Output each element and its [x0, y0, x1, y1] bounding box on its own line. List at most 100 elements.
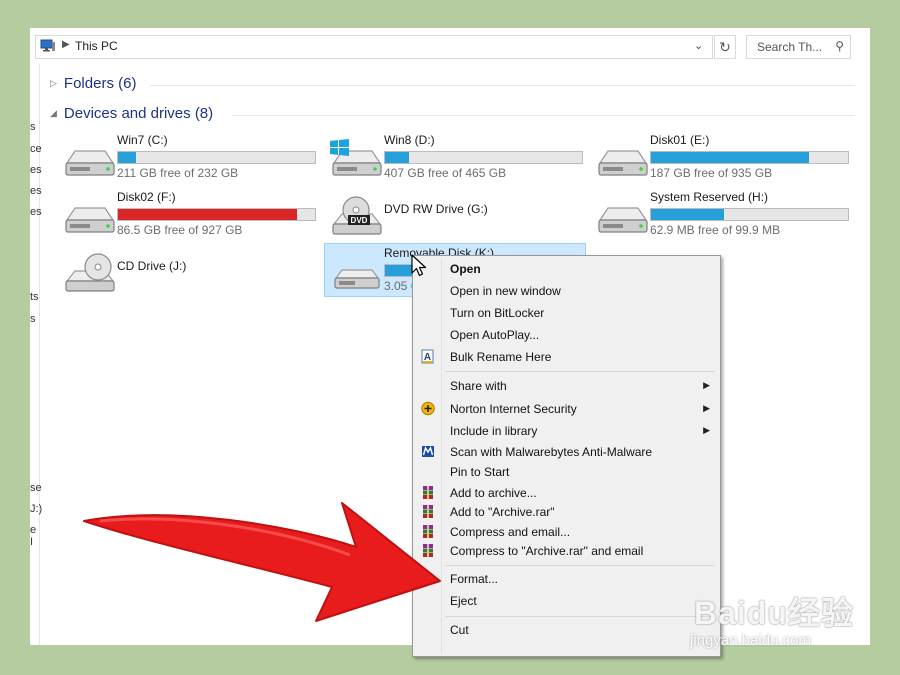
refresh-button[interactable]: ↻	[714, 35, 736, 59]
menu-item-label: Bulk Rename Here	[450, 350, 552, 364]
menu-item-bulk-rename[interactable]: A Bulk Rename Here	[413, 347, 720, 367]
this-pc-icon	[40, 39, 55, 52]
menu-item-cut[interactable]: Cut	[413, 620, 720, 640]
menu-item-share-with[interactable]: Share with ▶	[413, 376, 720, 396]
nav-pane-fragment[interactable]: s	[30, 121, 36, 133]
drive-name: Disk02 (F:)	[117, 190, 176, 204]
drive-f[interactable]: Disk02 (F:) 86.5 GB free of 927 GB	[61, 188, 323, 240]
drive-free-space: 211 GB free of 232 GB	[117, 166, 239, 180]
drive-name: DVD RW Drive (G:)	[384, 202, 488, 216]
hard-drive-icon	[65, 150, 115, 176]
drive-usage-fill	[118, 209, 298, 220]
menu-separator	[445, 371, 715, 372]
menu-item-compress-and-email[interactable]: Compress and email...	[413, 522, 720, 542]
hard-drive-icon	[65, 207, 115, 233]
annotation-arrow-icon	[83, 502, 441, 622]
menu-item-label: Add to archive...	[450, 486, 537, 500]
nav-pane-fragment[interactable]: es	[30, 164, 42, 176]
menu-item-autoplay[interactable]: Open AutoPlay...	[413, 325, 720, 345]
watermark-logo: Baidu经验	[694, 595, 854, 631]
menu-item-open-new-window[interactable]: Open in new window	[413, 281, 720, 301]
drive-usage-fill	[118, 152, 136, 163]
drive-h[interactable]: System Reserved (H:) 62.9 MB free of 99.…	[594, 188, 856, 240]
search-input[interactable]: Search Th...	[757, 40, 822, 54]
breadcrumb-chevron-icon[interactable]: ▶	[62, 39, 70, 50]
nav-pane-fragment[interactable]: s	[30, 313, 36, 325]
submenu-arrow-icon: ▶	[703, 425, 710, 435]
submenu-arrow-icon: ▶	[703, 403, 710, 413]
menu-item-label: Cut	[450, 623, 469, 637]
nav-pane-fragment[interactable]: e I	[30, 524, 39, 548]
drive-free-space: 407 GB free of 465 GB	[384, 166, 507, 180]
devices-group-label: Devices and drives (8)	[63, 105, 214, 122]
expand-triangle-icon[interactable]: ▷	[50, 78, 57, 88]
refresh-icon: ↻	[719, 39, 731, 55]
menu-item-label: Norton Internet Security	[450, 402, 577, 416]
menu-item-label: Open	[450, 262, 481, 276]
menu-item-label: Open AutoPlay...	[450, 328, 540, 342]
cd-drive-icon	[65, 253, 115, 292]
drive-g[interactable]: DVD DVD RW Drive (G:)	[328, 188, 590, 240]
navigation-pane: s ce es es es ts s se J:) e I	[30, 64, 42, 645]
nav-pane-fragment[interactable]: ts	[30, 291, 39, 303]
dvd-drive-icon: DVD	[332, 196, 382, 235]
nav-pane-fragment[interactable]: se	[30, 482, 42, 494]
folders-group-header[interactable]: ▷ Folders (6)	[50, 75, 136, 92]
search-icon[interactable]: ⚲	[835, 39, 844, 53]
nav-pane-fragment[interactable]: es	[30, 185, 42, 197]
menu-item-label: Compress to "Archive.rar" and email	[450, 544, 644, 558]
drive-name: System Reserved (H:)	[650, 190, 769, 204]
nav-pane-fragment[interactable]: ce	[30, 143, 42, 155]
menu-item-eject[interactable]: Eject	[413, 591, 720, 611]
windows-drive-icon	[330, 139, 382, 176]
baidu-watermark: Baidu经验 jingyan.baidu.com	[688, 588, 863, 658]
norton-icon	[421, 401, 435, 416]
drive-name: Win8 (D:)	[384, 133, 435, 147]
menu-item-bitlocker[interactable]: Turn on BitLocker	[413, 303, 720, 323]
drive-usage-bar	[650, 151, 849, 164]
hard-drive-icon	[598, 150, 648, 176]
menu-item-malwarebytes[interactable]: Scan with Malwarebytes Anti-Malware	[413, 442, 720, 462]
drive-name: Disk01 (E:)	[650, 133, 710, 147]
menu-item-include-in-library[interactable]: Include in library ▶	[413, 421, 720, 441]
devices-group-header[interactable]: ◢ Devices and drives (8)	[50, 105, 213, 122]
drive-usage-fill	[385, 152, 409, 163]
menu-item-label: Open in new window	[450, 284, 561, 298]
nav-pane-fragment[interactable]: es	[30, 206, 42, 218]
search-box[interactable]: Search Th... ⚲	[746, 35, 851, 59]
bulk-rename-icon: A	[421, 349, 434, 364]
address-dropdown-icon[interactable]: ⌄	[694, 39, 703, 52]
drive-j[interactable]: CD Drive (J:)	[61, 245, 323, 297]
menu-item-label: Compress and email...	[450, 525, 571, 539]
menu-item-compress-to-rar-and-email[interactable]: Compress to "Archive.rar" and email	[413, 541, 720, 561]
menu-item-label: Share with	[450, 379, 507, 393]
menu-item-add-to-archive[interactable]: Add to archive...	[413, 483, 720, 503]
menu-separator	[445, 616, 715, 617]
nav-pane-fragment[interactable]: J:)	[30, 503, 42, 515]
drive-usage-fill	[651, 152, 809, 163]
drive-name: CD Drive (J:)	[117, 259, 187, 273]
drive-name: Win7 (C:)	[117, 133, 168, 147]
drive-free-space: 62.9 MB free of 99.9 MB	[650, 223, 781, 237]
drive-usage-bar	[384, 151, 583, 164]
menu-item-pin-to-start[interactable]: Pin to Start	[413, 462, 720, 482]
menu-item-norton[interactable]: Norton Internet Security ▶	[413, 399, 720, 419]
menu-item-add-to-archive-rar[interactable]: Add to "Archive.rar"	[413, 502, 720, 522]
menu-item-format[interactable]: Format...	[413, 569, 720, 589]
collapse-triangle-icon[interactable]: ◢	[50, 108, 57, 118]
drive-usage-bar	[650, 208, 849, 221]
drive-e[interactable]: Disk01 (E:) 187 GB free of 935 GB	[594, 131, 856, 183]
drive-usage-bar	[117, 208, 316, 221]
menu-item-open[interactable]: Open	[413, 259, 720, 279]
address-location: This PC	[75, 39, 118, 53]
menu-item-label: Turn on BitLocker	[450, 306, 545, 320]
menu-item-label: Format...	[450, 572, 499, 586]
drive-c[interactable]: Win7 (C:) 211 GB free of 232 GB	[61, 131, 323, 183]
hard-drive-icon	[598, 207, 648, 233]
menu-item-label: Add to "Archive.rar"	[450, 505, 555, 519]
navigation-bar: ▶ This PC ⌄ ↻ Search Th... ⚲	[30, 28, 870, 64]
watermark-url: jingyan.baidu.com	[690, 632, 811, 649]
address-bar[interactable]: ▶ This PC ⌄	[35, 35, 713, 59]
drive-d[interactable]: Win8 (D:) 407 GB free of 465 GB	[328, 131, 590, 183]
drive-usage-fill	[651, 209, 724, 220]
